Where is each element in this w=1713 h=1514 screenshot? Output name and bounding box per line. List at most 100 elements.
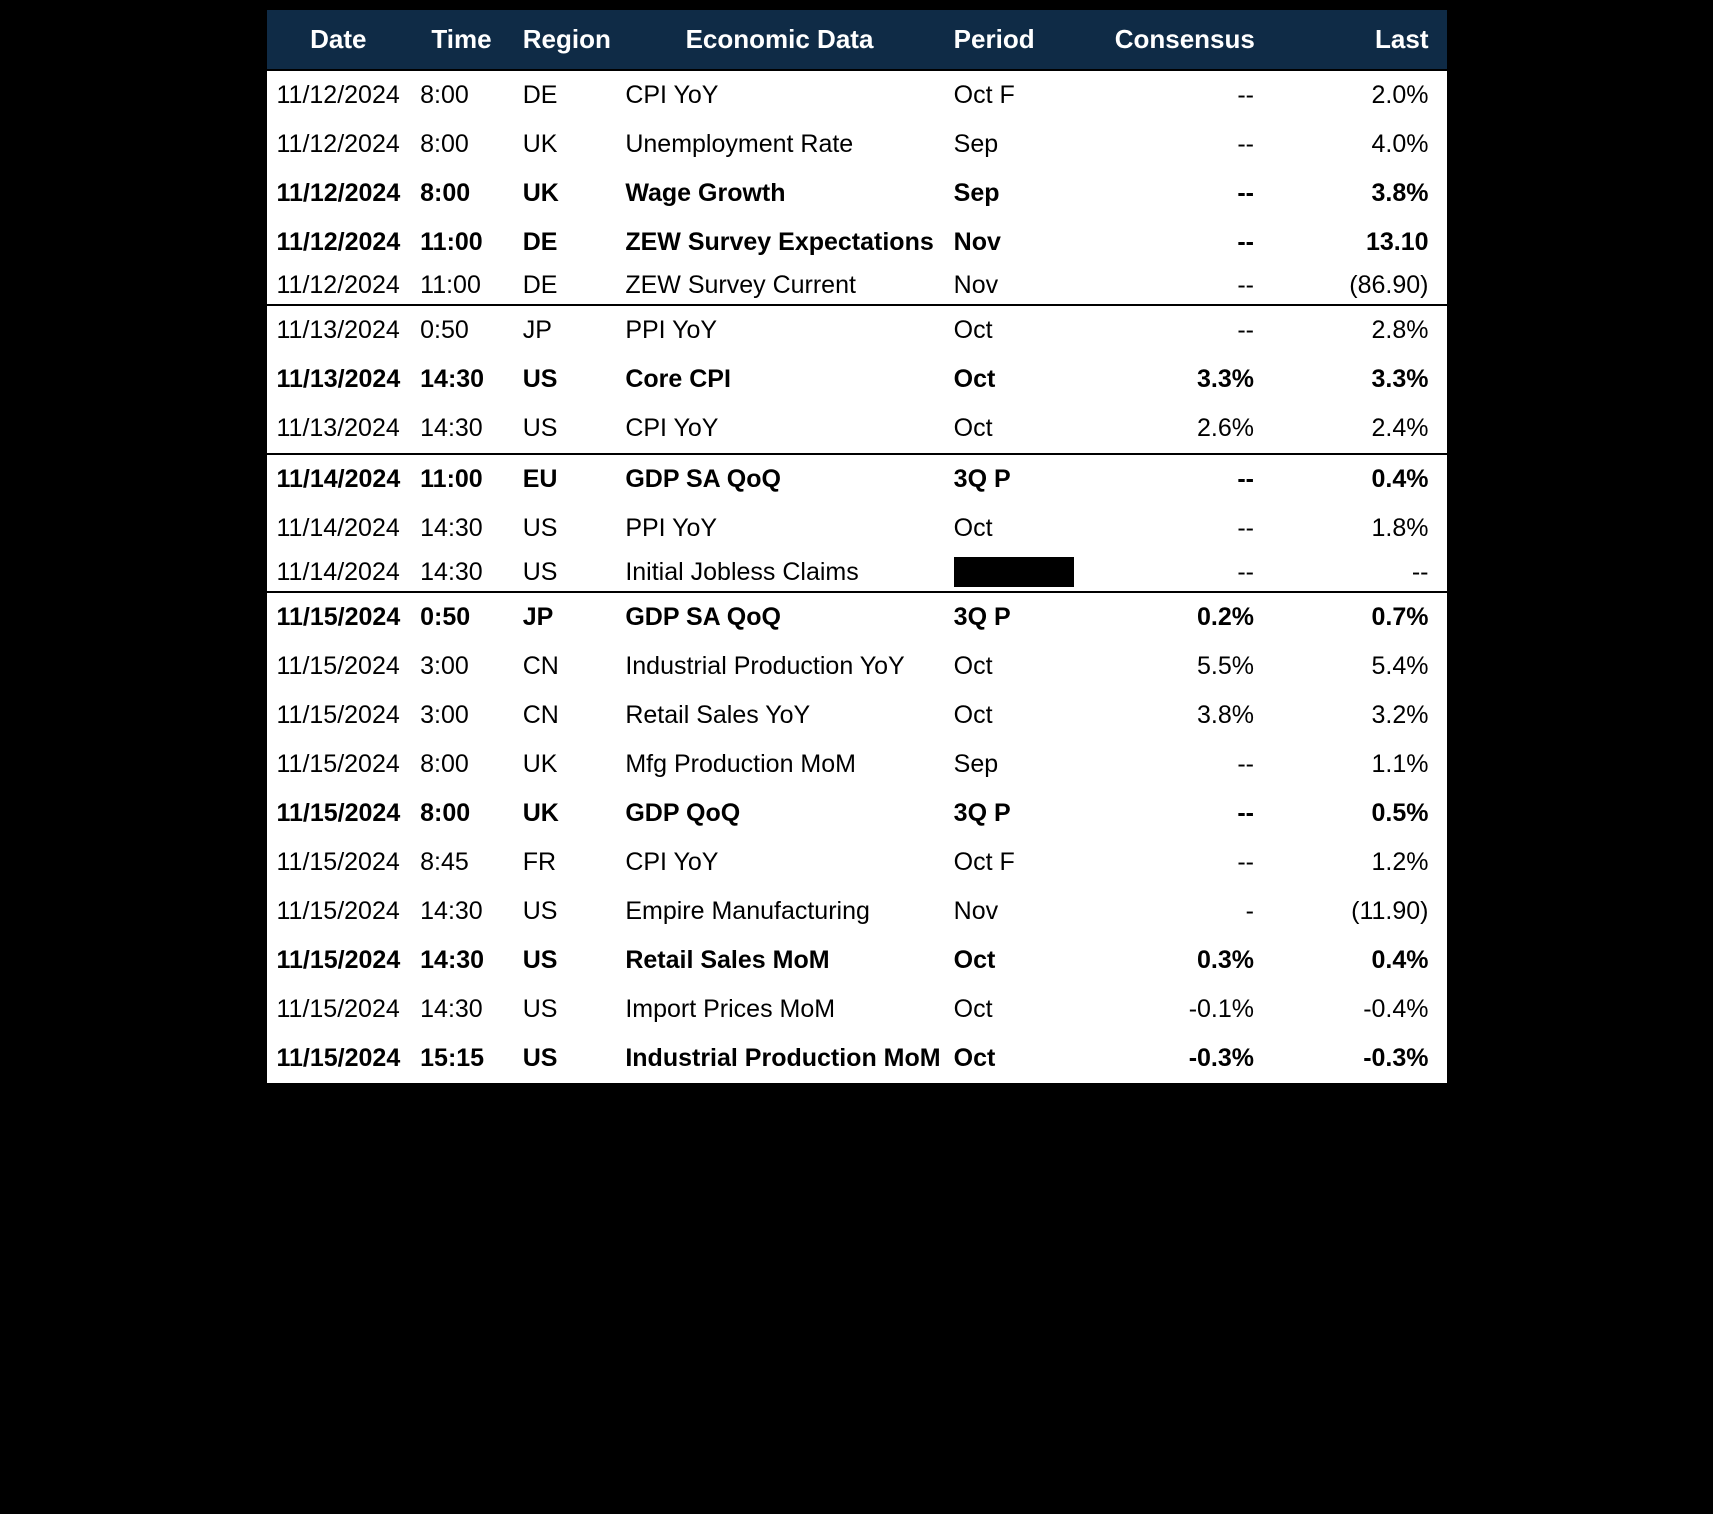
redacted-block: [954, 557, 1074, 587]
cell-consensus: 3.3%: [1098, 355, 1272, 404]
cell-consensus: --: [1098, 838, 1272, 887]
table-row: 11/14/202414:30USInitial Jobless Claims-…: [267, 553, 1447, 592]
cell-economic-data: PPI YoY: [615, 305, 943, 355]
cell-date: 11/15/2024: [267, 691, 411, 740]
table-row: 11/12/20248:00DECPI YoYOct F--2.0%: [267, 70, 1447, 120]
cell-region: US: [513, 1034, 616, 1083]
cell-region: US: [513, 553, 616, 592]
table-row: 11/15/20248:00UKMfg Production MoMSep--1…: [267, 740, 1447, 789]
cell-consensus: 2.6%: [1098, 404, 1272, 454]
cell-consensus: --: [1098, 454, 1272, 504]
cell-last: 2.8%: [1272, 305, 1447, 355]
table-row: 11/12/202411:00DEZEW Survey Expectations…: [267, 218, 1447, 267]
cell-economic-data: Import Prices MoM: [615, 985, 943, 1034]
table-row: 11/15/202414:30USImport Prices MoMOct-0.…: [267, 985, 1447, 1034]
cell-region: CN: [513, 691, 616, 740]
cell-economic-data: Retail Sales MoM: [615, 936, 943, 985]
table-row: 11/12/20248:00UKUnemployment RateSep--4.…: [267, 120, 1447, 169]
cell-region: US: [513, 936, 616, 985]
header-row: Date Time Region Economic Data Period Co…: [267, 10, 1447, 70]
cell-date: 11/13/2024: [267, 355, 411, 404]
cell-last: 2.4%: [1272, 404, 1447, 454]
cell-last: 2.0%: [1272, 70, 1447, 120]
cell-region: US: [513, 404, 616, 454]
cell-consensus: -: [1098, 887, 1272, 936]
table-row: 11/15/20243:00CNIndustrial Production Yo…: [267, 642, 1447, 691]
cell-economic-data: GDP QoQ: [615, 789, 943, 838]
table-row: 11/12/202411:00DEZEW Survey CurrentNov--…: [267, 267, 1447, 305]
cell-last: 3.2%: [1272, 691, 1447, 740]
cell-time: 14:30: [410, 985, 513, 1034]
cell-consensus: 3.8%: [1098, 691, 1272, 740]
calendar-table: Date Time Region Economic Data Period Co…: [267, 10, 1447, 1083]
cell-last: --: [1272, 553, 1447, 592]
cell-region: EU: [513, 454, 616, 504]
cell-economic-data: Core CPI: [615, 355, 943, 404]
cell-region: DE: [513, 267, 616, 305]
cell-period: Oct: [944, 504, 1098, 553]
cell-period: Oct: [944, 642, 1098, 691]
cell-time: 14:30: [410, 553, 513, 592]
table-row: 11/15/202414:30USEmpire ManufacturingNov…: [267, 887, 1447, 936]
cell-period: Nov: [944, 218, 1098, 267]
cell-region: CN: [513, 642, 616, 691]
cell-last: -0.4%: [1272, 985, 1447, 1034]
cell-period: 3Q P: [944, 454, 1098, 504]
cell-date: 11/12/2024: [267, 267, 411, 305]
cell-period: Oct: [944, 1034, 1098, 1083]
header-consensus: Consensus: [1098, 10, 1272, 70]
cell-consensus: --: [1098, 504, 1272, 553]
cell-consensus: --: [1098, 70, 1272, 120]
cell-consensus: --: [1098, 267, 1272, 305]
cell-time: 14:30: [410, 504, 513, 553]
cell-economic-data: CPI YoY: [615, 838, 943, 887]
cell-date: 11/12/2024: [267, 120, 411, 169]
cell-time: 14:30: [410, 404, 513, 454]
cell-last: 0.4%: [1272, 454, 1447, 504]
cell-economic-data: ZEW Survey Expectations: [615, 218, 943, 267]
cell-last: 0.4%: [1272, 936, 1447, 985]
cell-economic-data: GDP SA QoQ: [615, 592, 943, 642]
table-row: 11/15/20243:00CNRetail Sales YoYOct3.8%3…: [267, 691, 1447, 740]
cell-date: 11/12/2024: [267, 70, 411, 120]
cell-consensus: 0.2%: [1098, 592, 1272, 642]
cell-consensus: --: [1098, 305, 1272, 355]
cell-period: Oct: [944, 936, 1098, 985]
cell-region: FR: [513, 838, 616, 887]
cell-region: UK: [513, 789, 616, 838]
cell-consensus: -0.1%: [1098, 985, 1272, 1034]
cell-economic-data: Unemployment Rate: [615, 120, 943, 169]
cell-last: (86.90): [1272, 267, 1447, 305]
cell-date: 11/15/2024: [267, 887, 411, 936]
header-date: Date: [267, 10, 411, 70]
cell-time: 3:00: [410, 691, 513, 740]
cell-period: Sep: [944, 169, 1098, 218]
cell-time: 14:30: [410, 936, 513, 985]
cell-region: US: [513, 355, 616, 404]
cell-date: 11/15/2024: [267, 985, 411, 1034]
cell-date: 11/14/2024: [267, 553, 411, 592]
cell-time: 0:50: [410, 305, 513, 355]
cell-time: 8:00: [410, 70, 513, 120]
cell-last: 4.0%: [1272, 120, 1447, 169]
table-row: 11/15/202414:30USRetail Sales MoMOct0.3%…: [267, 936, 1447, 985]
cell-date: 11/15/2024: [267, 1034, 411, 1083]
cell-date: 11/13/2024: [267, 305, 411, 355]
cell-time: 8:00: [410, 169, 513, 218]
cell-economic-data: Empire Manufacturing: [615, 887, 943, 936]
cell-economic-data: CPI YoY: [615, 404, 943, 454]
cell-region: UK: [513, 120, 616, 169]
cell-last: 3.3%: [1272, 355, 1447, 404]
cell-date: 11/15/2024: [267, 789, 411, 838]
cell-time: 11:00: [410, 218, 513, 267]
cell-period: Oct: [944, 355, 1098, 404]
cell-consensus: --: [1098, 218, 1272, 267]
cell-date: 11/15/2024: [267, 740, 411, 789]
cell-time: 14:30: [410, 355, 513, 404]
table-row: 11/14/202414:30USPPI YoYOct--1.8%: [267, 504, 1447, 553]
cell-period: Oct: [944, 404, 1098, 454]
cell-period: Oct: [944, 305, 1098, 355]
header-last: Last: [1272, 10, 1447, 70]
cell-consensus: --: [1098, 740, 1272, 789]
cell-date: 11/15/2024: [267, 592, 411, 642]
